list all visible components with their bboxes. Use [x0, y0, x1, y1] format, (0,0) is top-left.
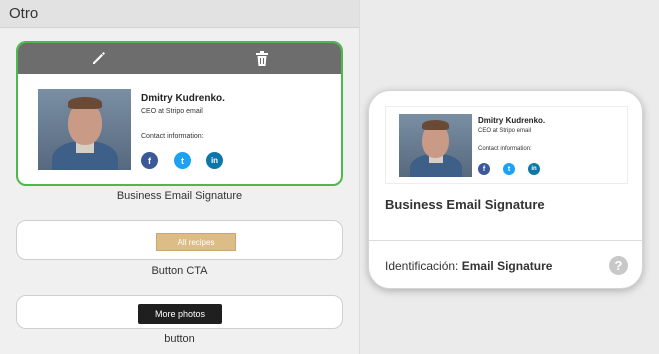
signature-contact-label: Contact information: — [478, 146, 532, 152]
popup-identification: Identificación: Email Signature — [385, 259, 552, 273]
template-caption: Business Email Signature — [116, 190, 243, 202]
signature-preview: Dmitry Kudrenko. CEO at Stripo email Con… — [18, 74, 341, 184]
section-header[interactable]: Otro — [0, 0, 359, 28]
cta-button-preview: All recipes — [156, 233, 236, 251]
twitter-icon: t — [174, 152, 191, 169]
profile-photo — [399, 114, 472, 177]
pencil-icon[interactable] — [91, 50, 109, 68]
identification-label: Identificación: — [385, 259, 459, 273]
identification-value: Email Signature — [461, 259, 553, 273]
popup-divider — [369, 240, 642, 241]
signature-title: CEO at Stripo email — [141, 108, 203, 115]
section-title: Otro — [9, 5, 39, 22]
template-caption: button — [164, 333, 195, 345]
signature-contact-label: Contact information: — [141, 133, 204, 140]
facebook-icon: f — [478, 163, 490, 175]
dark-button-preview: More photos — [138, 304, 222, 324]
template-list-panel: Otro Dmitry Kudrenko. CEO at Stripo emai… — [0, 0, 360, 354]
template-card-button-cta[interactable]: All recipes — [16, 220, 343, 260]
template-caption: Button CTA — [151, 265, 208, 277]
linkedin-icon: in — [528, 163, 540, 175]
profile-photo — [38, 89, 131, 170]
popup-signature-preview: Dmitry Kudrenko. CEO at Stripo email Con… — [385, 106, 628, 184]
facebook-icon: f — [141, 152, 158, 169]
linkedin-icon: in — [206, 152, 223, 169]
twitter-icon: t — [503, 163, 515, 175]
signature-name: Dmitry Kudrenko. — [478, 116, 546, 125]
template-card-business-email-signature[interactable]: Dmitry Kudrenko. CEO at Stripo email Con… — [16, 41, 343, 186]
help-icon[interactable]: ? — [609, 256, 628, 275]
card-toolbar — [18, 43, 341, 74]
signature-title: CEO at Stripo email — [478, 128, 532, 134]
popup-title: Business Email Signature — [385, 197, 545, 212]
template-card-button[interactable]: More photos — [16, 295, 343, 329]
trash-icon[interactable] — [254, 50, 272, 68]
signature-name: Dmitry Kudrenko. — [141, 93, 225, 104]
template-preview-popup: Dmitry Kudrenko. CEO at Stripo email Con… — [368, 90, 643, 289]
